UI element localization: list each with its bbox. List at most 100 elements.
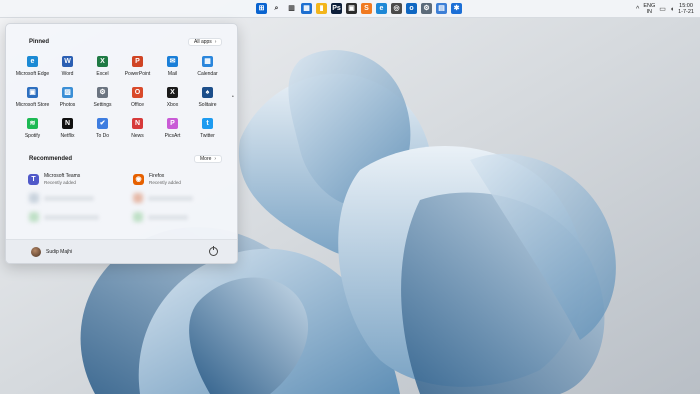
pinned-app-calendar[interactable]: ▦ Calendar	[190, 54, 225, 85]
all-apps-label: All apps	[194, 39, 212, 45]
settings-icon: ⚙	[97, 87, 108, 98]
office-icon: O	[132, 87, 143, 98]
edge-icon[interactable]: e	[376, 3, 387, 14]
pinned-app-word[interactable]: W Word	[50, 54, 85, 85]
twitter-icon: t	[202, 118, 213, 129]
todo-icon: ✔	[97, 118, 108, 129]
pinned-app-label: PicsArt	[164, 133, 181, 139]
all-apps-button[interactable]: All apps ›	[188, 38, 223, 46]
edge-icon: e	[27, 56, 38, 67]
pinned-app-office[interactable]: O Office	[120, 85, 155, 116]
more-label: More	[200, 156, 212, 162]
chevron-right-icon: ›	[214, 156, 217, 162]
pinned-app-label: Twitter	[200, 133, 215, 139]
pinned-app-mail[interactable]: ✉ Mail	[155, 54, 190, 85]
pinned-app-microsoft-edge[interactable]: e Microsoft Edge	[15, 54, 50, 85]
sublime-text-icon[interactable]: S	[361, 3, 372, 14]
taskbar: ⊞ ⌕ ▥ ▦ ▮ Ps ▣ Se ◎ o ⚙ ▤ ✱ ^ ENG IN ▭ ◖ 15:00 1-7-2…	[0, 0, 700, 18]
blurred-item-icon	[133, 193, 143, 203]
pinned-app-label: Settings	[93, 102, 112, 108]
language-region: IN	[646, 9, 653, 15]
language-indicator[interactable]: ENG IN	[643, 3, 655, 15]
photoshop-icon[interactable]: Ps	[331, 3, 342, 14]
blurred-item-icon	[29, 193, 39, 203]
dev-tool-icon[interactable]: ◎	[391, 3, 402, 14]
app-icon-dark[interactable]: ▣	[346, 3, 357, 14]
pinned-app-spotify[interactable]: ≋ Spotify	[15, 116, 50, 147]
pinned-app-twitter[interactable]: t Twitter	[190, 116, 225, 147]
network-monitor-icon[interactable]: ▤	[436, 3, 447, 14]
netflix-icon: N	[62, 118, 73, 129]
word-icon: W	[62, 56, 73, 67]
pinned-app-label: PowerPoint	[124, 71, 151, 77]
task-view-icon[interactable]: ▥	[286, 3, 297, 14]
xbox-icon: X	[167, 87, 178, 98]
settings-icon[interactable]: ⚙	[421, 3, 432, 14]
file-explorer-icon[interactable]: ▮	[316, 3, 327, 14]
windows-start-icon[interactable]: ⊞	[256, 3, 267, 14]
pinned-heading: Pinned	[29, 39, 50, 45]
recommended-item-subtitle: Recently added	[149, 180, 181, 185]
pinned-app-label: Xbox	[166, 102, 179, 108]
pinned-app-label: News	[131, 133, 144, 139]
outlook-icon[interactable]: o	[406, 3, 417, 14]
picsart-icon: P	[167, 118, 178, 129]
powerpoint-icon: P	[132, 56, 143, 67]
pinned-app-label: Office	[131, 102, 144, 108]
pinned-app-to-do[interactable]: ✔ To Do	[85, 116, 120, 147]
mail-icon: ✉	[167, 56, 178, 67]
pinned-app-label: Mail	[167, 71, 178, 77]
pinned-app-photos[interactable]: ▨ Photos	[50, 85, 85, 116]
recommended-item-name: Microsoft Teams	[44, 173, 81, 179]
recommended-item-firefox[interactable]: ◉ Firefox Recently added	[133, 173, 181, 185]
pinned-app-solitaire[interactable]: ♠ Solitaire	[190, 85, 225, 116]
recommended-item-subtitle: Recently added	[44, 180, 76, 185]
pinned-app-label: Word	[61, 71, 74, 77]
clock-date: 1-7-21	[678, 9, 694, 15]
spotify-icon: ≋	[27, 118, 38, 129]
user-name[interactable]: Sudip Majhi	[46, 249, 72, 255]
pinned-app-label: Photos	[59, 102, 76, 108]
pinned-app-microsoft-store[interactable]: ▣ Microsoft Store	[15, 85, 50, 116]
start-menu: Pinned All apps › e Microsoft Edge W Word X E…	[5, 23, 238, 264]
recommended-item-teams[interactable]: T Microsoft Teams Recently added	[28, 173, 80, 185]
vpn-icon[interactable]: ✱	[451, 3, 462, 14]
blurred-item-icon	[29, 212, 39, 222]
avatar[interactable]	[31, 247, 41, 257]
system-tray: ^ ENG IN ▭ ◖ 15:00 1-7-21	[636, 1, 694, 17]
pinned-app-news[interactable]: N News	[120, 116, 155, 147]
display-icon[interactable]: ▭	[659, 5, 666, 13]
news-icon: N	[132, 118, 143, 129]
widgets-icon[interactable]: ▦	[301, 3, 312, 14]
blurred-item	[44, 215, 99, 220]
blurred-item	[148, 215, 188, 220]
pinned-app-picsart[interactable]: P PicsArt	[155, 116, 190, 147]
pinned-app-settings[interactable]: ⚙ Settings	[85, 85, 120, 116]
pinned-app-powerpoint[interactable]: P PowerPoint	[120, 54, 155, 85]
chevron-right-icon: ›	[214, 39, 217, 45]
solitaire-icon: ♠	[202, 87, 213, 98]
volume-icon[interactable]: ◖	[670, 6, 674, 13]
pinned-apps-grid: e Microsoft Edge W Word X Excel P PowerPoint ✉ Ma…	[15, 54, 225, 147]
pinned-app-label: Solitaire	[198, 102, 217, 108]
recommended-heading: Recommended	[29, 156, 73, 162]
search-icon[interactable]: ⌕	[271, 3, 282, 14]
pinned-app-netflix[interactable]: N Netflix	[50, 116, 85, 147]
pinned-app-label: Excel	[96, 71, 109, 77]
photos-icon: ▨	[62, 87, 73, 98]
excel-icon: X	[97, 56, 108, 67]
calendar-icon: ▦	[202, 56, 213, 67]
page-indicator[interactable]: •	[232, 94, 234, 100]
more-button[interactable]: More ›	[194, 155, 223, 163]
start-menu-footer: Sudip Majhi	[6, 239, 237, 263]
show-hidden-icons-chevron-icon[interactable]: ^	[636, 6, 639, 13]
pinned-app-label: Netflix	[60, 133, 75, 139]
recommended-item-name: Firefox	[149, 173, 165, 179]
pinned-app-xbox[interactable]: X Xbox	[155, 85, 190, 116]
teams-icon: T	[28, 173, 39, 185]
power-icon[interactable]	[209, 246, 218, 256]
clock[interactable]: 15:00 1-7-21	[678, 3, 694, 15]
pinned-app-excel[interactable]: X Excel	[85, 54, 120, 85]
pinned-app-label: Microsoft Edge	[15, 71, 50, 77]
taskbar-icons: ⊞ ⌕ ▥ ▦ ▮ Ps ▣ Se ◎ o ⚙ ▤ ✱	[256, 2, 462, 16]
